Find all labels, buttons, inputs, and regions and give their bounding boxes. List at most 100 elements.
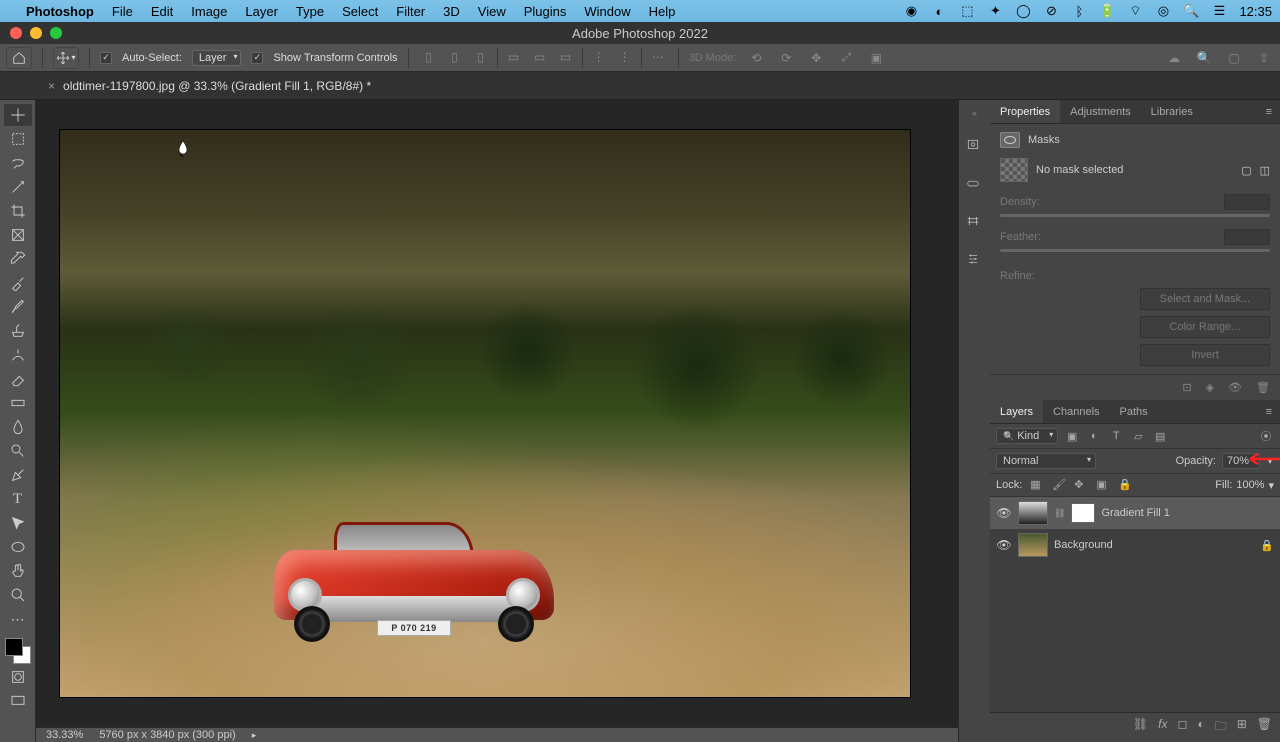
distribute-h-icon[interactable]: ⋮ <box>589 48 609 66</box>
filter-shape-icon[interactable]: ▱ <box>1130 428 1146 444</box>
layer-mask-thumbnail[interactable] <box>1071 503 1095 523</box>
3d-roll-icon[interactable]: ⟳ <box>776 49 796 67</box>
menu-select[interactable]: Select <box>342 4 378 19</box>
tab-libraries[interactable]: Libraries <box>1141 100 1203 123</box>
3d-camera-icon[interactable]: ▣ <box>866 49 886 67</box>
cloud-docs-icon[interactable]: ☁ <box>1164 49 1184 67</box>
minimize-window-button[interactable] <box>30 27 42 39</box>
crop-tool[interactable] <box>4 200 32 222</box>
menu-layer[interactable]: Layer <box>245 4 278 19</box>
apply-mask-icon[interactable]: ◈ <box>1206 381 1214 394</box>
menu-file[interactable]: File <box>112 4 133 19</box>
clone-stamp-tool[interactable] <box>4 320 32 342</box>
layer-effects-icon[interactable]: fx <box>1158 717 1167 738</box>
more-align-icon[interactable]: ⋯ <box>648 48 668 66</box>
vector-mask-icon[interactable]: ◫ <box>1260 164 1270 177</box>
healing-brush-tool[interactable] <box>4 272 32 294</box>
foreground-color[interactable] <box>5 638 23 656</box>
status-spotlight-icon[interactable]: 🔍 <box>1183 3 1199 19</box>
status-bt-icon[interactable]: ᛒ <box>1071 3 1087 19</box>
document-canvas[interactable]: P 070 219 <box>60 130 910 697</box>
status-arrow-icon[interactable]: ▸ <box>252 730 257 741</box>
magic-wand-tool[interactable] <box>4 176 32 198</box>
tab-layers[interactable]: Layers <box>990 400 1043 423</box>
status-wifi-icon[interactable]: ⌔ <box>1127 3 1143 19</box>
layer-row[interactable]: 👁 Background 🔒 <box>990 529 1280 561</box>
lock-pixels-icon[interactable]: 🖌 <box>1052 478 1066 492</box>
align-vcenter-icon[interactable]: ▭ <box>530 48 550 66</box>
workspace-icon[interactable]: ▢ <box>1224 49 1244 67</box>
menu-plugins[interactable]: Plugins <box>524 4 567 19</box>
status-record-icon[interactable]: ◉ <box>903 3 919 19</box>
filter-type-icon[interactable]: T <box>1108 428 1124 444</box>
new-adjustment-icon[interactable]: ◐ <box>1197 717 1204 738</box>
zoom-window-button[interactable] <box>50 27 62 39</box>
search-ps-icon[interactable]: 🔍 <box>1194 49 1214 67</box>
filter-toggle-icon[interactable]: ⦿ <box>1258 428 1274 444</box>
color-range-button[interactable]: Color Range... <box>1140 316 1270 338</box>
home-button[interactable] <box>6 47 32 69</box>
delete-mask-icon[interactable]: 🗑 <box>1256 381 1270 394</box>
menu-view[interactable]: View <box>478 4 506 19</box>
align-hcenter-icon[interactable]: ▯ <box>445 48 465 66</box>
tab-adjustments[interactable]: Adjustments <box>1060 100 1141 123</box>
feather-slider[interactable] <box>1000 249 1270 252</box>
fill-dropdown-arrow[interactable]: ▾ <box>1268 479 1274 492</box>
menu-window[interactable]: Window <box>584 4 630 19</box>
move-tool[interactable] <box>4 104 32 126</box>
path-select-tool[interactable] <box>4 512 32 534</box>
filter-pixel-icon[interactable]: ▣ <box>1064 428 1080 444</box>
auto-select-checkbox[interactable]: ✓ <box>100 52 112 64</box>
gradient-tool[interactable] <box>4 392 32 414</box>
frame-tool[interactable] <box>4 224 32 246</box>
lock-artboard-icon[interactable]: ▣ <box>1096 478 1110 492</box>
layer-name[interactable]: Background <box>1054 539 1113 551</box>
auto-select-target-dropdown[interactable]: Layer <box>192 50 242 66</box>
layer-thumbnail[interactable] <box>1018 533 1048 557</box>
shape-tool[interactable] <box>4 536 32 558</box>
pixel-mask-icon[interactable]: ▢ <box>1241 164 1251 177</box>
mask-link-icon[interactable]: ⛓ <box>1054 508 1065 519</box>
menu-3d[interactable]: 3D <box>443 4 460 19</box>
layer-thumbnail[interactable] <box>1018 501 1048 525</box>
layer-name[interactable]: Gradient Fill 1 <box>1101 507 1169 519</box>
status-dnd-icon[interactable]: ⊘ <box>1043 3 1059 19</box>
marquee-tool[interactable] <box>4 128 32 150</box>
feather-value[interactable] <box>1224 229 1270 245</box>
align-top-icon[interactable]: ▭ <box>504 48 524 66</box>
link-layers-icon[interactable]: ⛓ <box>1133 717 1148 738</box>
layer-row[interactable]: 👁 ⛓ Gradient Fill 1 <box>990 497 1280 529</box>
doc-dimensions[interactable]: 5760 px x 3840 px (300 ppi) <box>99 729 235 741</box>
brush-tool[interactable] <box>4 296 32 318</box>
dodge-tool[interactable] <box>4 440 32 462</box>
swatches-panel-icon[interactable] <box>966 176 984 194</box>
align-left-icon[interactable]: ▯ <box>419 48 439 66</box>
invert-button[interactable]: Invert <box>1140 344 1270 366</box>
close-tab-icon[interactable]: × <box>48 79 55 93</box>
eyedropper-tool[interactable] <box>4 248 32 270</box>
tab-paths[interactable]: Paths <box>1110 400 1158 423</box>
menu-image[interactable]: Image <box>191 4 227 19</box>
lock-icon[interactable]: 🔒 <box>1260 539 1274 552</box>
edit-toolbar-button[interactable]: ⋯ <box>4 608 32 630</box>
status-ax-icon[interactable]: ◎ <box>1155 3 1171 19</box>
zoom-tool[interactable] <box>4 584 32 606</box>
filter-smart-icon[interactable]: ▤ <box>1152 428 1168 444</box>
close-window-button[interactable] <box>10 27 22 39</box>
zoom-level[interactable]: 33.33% <box>46 729 83 741</box>
menu-edit[interactable]: Edit <box>151 4 173 19</box>
align-bottom-icon[interactable]: ▭ <box>556 48 576 66</box>
menu-type[interactable]: Type <box>296 4 324 19</box>
blur-tool[interactable] <box>4 416 32 438</box>
show-transform-checkbox[interactable]: ✓ <box>251 52 263 64</box>
eraser-tool[interactable] <box>4 368 32 390</box>
disable-mask-icon[interactable]: 👁 <box>1228 381 1242 394</box>
distribute-v-icon[interactable]: ⋮ <box>615 48 635 66</box>
status-sync-icon[interactable]: ◐ <box>931 3 947 19</box>
lasso-tool[interactable] <box>4 152 32 174</box>
screen-mode-toggle[interactable] <box>4 690 32 712</box>
3d-slide-icon[interactable]: ⤢ <box>836 49 856 67</box>
status-cc-icon[interactable]: ◯ <box>1015 3 1031 19</box>
fill-value[interactable]: 100% <box>1236 479 1264 491</box>
share-icon[interactable]: ⇪ <box>1254 49 1274 67</box>
